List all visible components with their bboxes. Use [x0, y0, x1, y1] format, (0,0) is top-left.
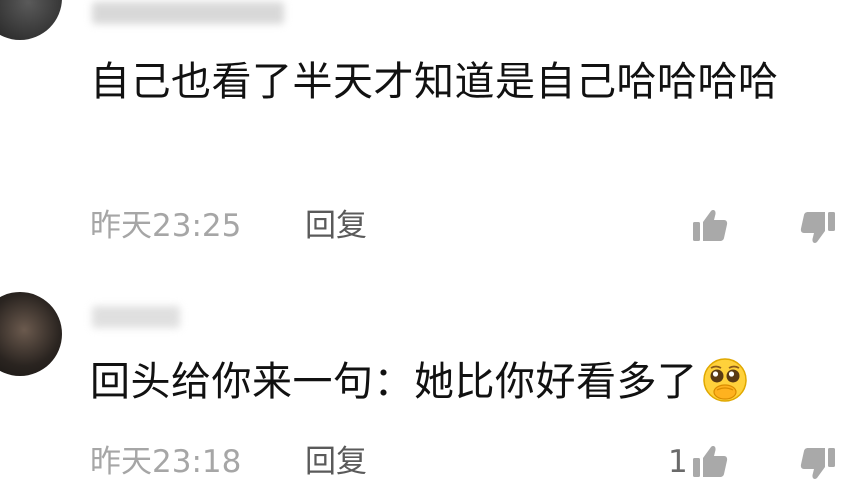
avatar[interactable] — [0, 292, 62, 376]
comment-text-content: 回头给你来一句：她比你好看多了 — [90, 359, 698, 405]
comment-item: 回头给你来一句：她比你好看多了 昨天23:18 回复 1 — [0, 0, 847, 502]
thumbs-down-icon[interactable] — [798, 444, 838, 484]
comment-text: 回头给你来一句：她比你好看多了 — [90, 350, 790, 414]
comment-timestamp: 昨天23:18 — [90, 444, 242, 480]
reply-button[interactable]: 回复 — [305, 444, 367, 480]
username-blurred[interactable] — [92, 306, 180, 328]
thumbs-up-icon[interactable] — [690, 442, 730, 482]
comment-meta: 昨天23:18 回复 — [90, 442, 367, 482]
pleading-face-emoji-icon — [702, 357, 748, 403]
like-count: 1 — [668, 444, 688, 480]
